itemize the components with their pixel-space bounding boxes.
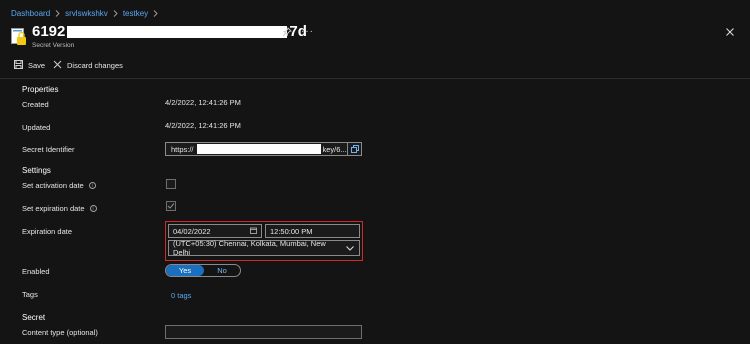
created-value: 4/2/2022, 12:41:26 PM [165, 98, 241, 107]
discard-label: Discard changes [67, 61, 123, 70]
save-icon [14, 60, 23, 71]
updated-value: 4/2/2022, 12:41:26 PM [165, 121, 241, 130]
calendar-icon[interactable] [246, 227, 257, 236]
chevron-right-icon [113, 10, 118, 17]
activation-date-checkbox[interactable] [166, 179, 176, 189]
enabled-label: Enabled [22, 267, 50, 276]
expiration-date-input[interactable]: 04/02/2022 [168, 224, 262, 238]
page-title: 6192 7d [32, 23, 307, 40]
discard-changes-button[interactable]: Discard changes [53, 60, 123, 71]
expiration-time-input[interactable]: 12:50:00 PM [265, 224, 360, 238]
save-label: Save [28, 61, 46, 70]
secret-identifier-suffix: key/6... [322, 144, 347, 154]
tags-link[interactable]: 0 tags [171, 291, 191, 300]
pin-icon[interactable] [282, 27, 292, 37]
enabled-toggle[interactable]: Yes No [165, 264, 241, 277]
settings-heading: Settings [22, 166, 51, 175]
enabled-yes-option[interactable]: Yes [166, 265, 204, 276]
enabled-no-option[interactable]: No [204, 265, 240, 276]
expiration-time-value: 12:50:00 PM [270, 226, 313, 236]
checkmark-icon [167, 203, 175, 209]
created-label: Created [22, 100, 49, 109]
activation-date-label: Set activation date i [22, 181, 96, 190]
expiration-date-checkbox[interactable] [166, 201, 176, 211]
properties-heading: Properties [22, 85, 59, 94]
chevron-right-icon [55, 10, 60, 17]
secret-heading: Secret [22, 313, 46, 322]
breadcrumb: Dashboard srvlswkshkv testkey [11, 9, 158, 18]
breadcrumb-testkey[interactable]: testkey [123, 9, 148, 18]
breadcrumb-dashboard[interactable]: Dashboard [11, 9, 50, 18]
secret-identifier-field[interactable]: https:// key/6... [165, 142, 362, 156]
info-icon[interactable]: i [89, 205, 97, 212]
secret-identifier-prefix: https:// [171, 144, 194, 154]
page-subtitle: Secret Version [32, 42, 75, 49]
close-icon[interactable] [725, 27, 735, 37]
save-button[interactable]: Save [14, 60, 45, 71]
chevron-down-icon [342, 244, 354, 253]
content-type-input[interactable] [165, 325, 362, 339]
tags-label: Tags [22, 290, 38, 299]
toolbar-divider [0, 78, 750, 79]
updated-label: Updated [22, 123, 51, 132]
redaction-bar [196, 144, 321, 154]
copy-icon[interactable] [347, 143, 361, 155]
expiration-date-label: Expiration date [22, 227, 73, 236]
chevron-right-icon [153, 10, 158, 17]
discard-x-icon [53, 60, 62, 71]
secret-identifier-label: Secret Identifier [22, 145, 75, 154]
title-start: 6192 [32, 23, 66, 40]
expiration-date-value: 04/02/2022 [173, 226, 211, 236]
expiration-date-toggle-label: Set expiration date i [22, 204, 97, 213]
breadcrumb-vault[interactable]: srvlswkshkv [65, 9, 108, 18]
content-type-label: Content type (optional) [22, 328, 98, 337]
info-icon[interactable]: i [88, 182, 96, 189]
redaction-bar [67, 25, 288, 38]
timezone-select[interactable]: (UTC+05:30) Chennai, Kolkata, Mumbai, Ne… [168, 239, 360, 257]
key-vault-secret-icon [11, 28, 27, 46]
more-icon[interactable]: ··· [301, 26, 314, 37]
timezone-value: (UTC+05:30) Chennai, Kolkata, Mumbai, Ne… [173, 239, 326, 257]
